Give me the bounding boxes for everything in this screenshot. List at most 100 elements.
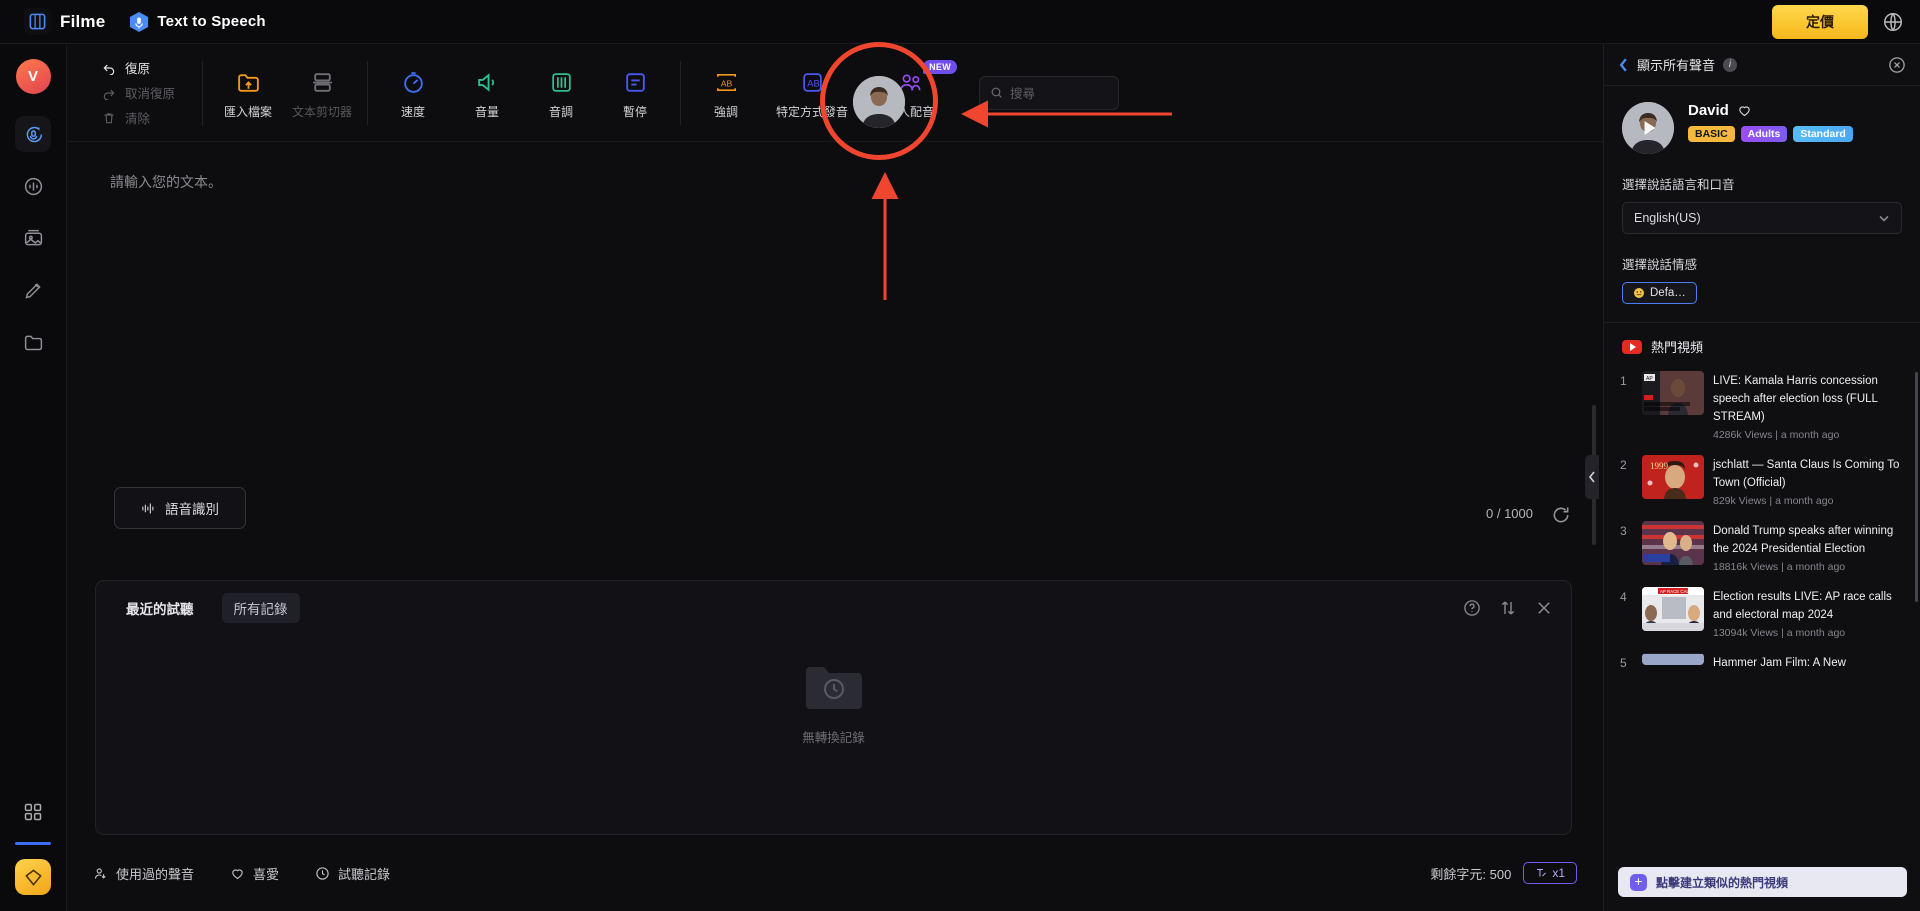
favorites-label: 喜愛 <box>253 866 280 882</box>
cta-label: 點擊建立類似的熱門視頻 <box>1656 875 1789 890</box>
youtube-icon <box>1622 339 1642 354</box>
voice-avatar[interactable] <box>1622 102 1674 154</box>
recent-history-panel: 最近的試聽 所有記錄 無轉換記錄 <box>95 580 1572 835</box>
video-meta: jschlatt — Santa Claus Is Coming To Town… <box>1713 455 1906 507</box>
help-icon[interactable] <box>1463 599 1481 617</box>
module-chip[interactable]: Text to Speech <box>129 11 266 33</box>
sidebar-item-media[interactable] <box>15 220 51 256</box>
new-badge: NEW <box>923 59 957 74</box>
video-title: Donald Trump speaks after winning the 20… <box>1713 525 1894 555</box>
sidebar-item-edit[interactable] <box>15 272 51 308</box>
tab-recent-previews[interactable]: 最近的試聽 <box>114 593 206 623</box>
refresh-icon[interactable] <box>1551 505 1571 525</box>
folder-icon <box>24 335 42 350</box>
undo-button[interactable]: 復原 <box>102 58 194 77</box>
svg-text:AP: AP <box>1646 376 1653 382</box>
trending-title: 熱門視頻 <box>1651 340 1704 355</box>
sidebar-item-voice-clone[interactable] <box>15 168 51 204</box>
text-splitter-icon <box>310 70 335 96</box>
tab-all-records[interactable]: 所有記錄 <box>221 593 300 623</box>
history-button[interactable]: 試聽記錄 <box>315 864 390 883</box>
voice-name-row: David <box>1688 102 1853 119</box>
video-thumbnail <box>1642 653 1704 665</box>
editor-toolbar: 復原 取消復原 清除 匯入檔案 文本剪切器 速度 音量 音調 暫停 AB 強調 … <box>67 44 1603 142</box>
status-badge-age: Adults <box>1740 126 1788 142</box>
filme-logo-icon[interactable] <box>24 8 51 35</box>
panel-title[interactable]: 顯示所有聲音 <box>1637 55 1715 74</box>
pause-insert-icon <box>623 70 648 96</box>
close-circle-icon[interactable] <box>1888 56 1906 74</box>
trending-video-list[interactable]: 1 AP LIVE: Kamala Harris concession spee… <box>1604 364 1920 692</box>
clear-button[interactable]: 清除 <box>102 108 194 127</box>
tool-label: 文本剪切器 <box>291 104 352 119</box>
status-badge-plan: BASIC <box>1688 126 1735 142</box>
used-voice-icon <box>94 867 106 879</box>
video-meta: Hammer Jam Film: A New <box>1713 653 1906 671</box>
tool-label: 特定方式發音 <box>775 104 848 119</box>
recent-header: 最近的試聽 所有記錄 <box>96 581 1571 635</box>
rail-bottom <box>15 794 51 911</box>
tool-label: 音調 <box>548 104 573 119</box>
multiplier-chip[interactable]: x1 <box>1523 862 1577 884</box>
brand-name: Filme <box>60 11 106 31</box>
tool-pitch[interactable]: 音調 <box>524 66 598 120</box>
plus-icon: + <box>1630 873 1647 891</box>
video-stats: 18816k Views | a month ago <box>1713 561 1846 573</box>
list-item[interactable]: 1 AP LIVE: Kamala Harris concession spee… <box>1620 364 1906 448</box>
video-title: LIVE: Kamala Harris concession speech af… <box>1713 375 1878 423</box>
sidebar-item-tts[interactable] <box>15 116 51 152</box>
video-list-scrollbar[interactable] <box>1915 372 1918 602</box>
module-title: Text to Speech <box>157 13 266 30</box>
grid-apps-icon[interactable] <box>15 794 51 830</box>
sort-icon[interactable] <box>1499 599 1517 617</box>
empty-folder-icon <box>805 667 862 709</box>
multiplier-label: x1 <box>1552 866 1565 880</box>
list-item[interactable]: 3 Donald Trump speaks after winning the … <box>1620 514 1906 580</box>
video-rank: 4 <box>1620 590 1627 604</box>
pricing-button[interactable]: 定價 <box>1772 4 1868 39</box>
user-avatar[interactable]: V <box>15 59 51 94</box>
favorites-button[interactable]: 喜愛 <box>230 864 279 883</box>
video-title: Election results LIVE: AP race calls and… <box>1713 591 1892 621</box>
list-item[interactable]: 5 Hammer Jam Film: A New <box>1620 646 1906 678</box>
used-voices-button[interactable]: 使用過的聲音 <box>93 864 194 883</box>
tool-text-splitter[interactable]: 文本剪切器 <box>285 66 359 120</box>
clear-label: 清除 <box>125 112 151 126</box>
tool-import-file[interactable]: 匯入檔案 <box>211 66 285 120</box>
globe-icon[interactable] <box>1882 11 1904 33</box>
collapse-panel-button[interactable] <box>1585 455 1599 499</box>
clock-icon <box>316 866 329 880</box>
sidebar-item-projects[interactable] <box>15 324 51 360</box>
tool-volume[interactable]: 音量 <box>450 66 524 120</box>
emotion-chip[interactable]: Defa… <box>1622 282 1697 304</box>
language-select[interactable]: English(US) <box>1622 202 1902 234</box>
speech-recognition-button[interactable]: 語音識別 <box>114 487 246 529</box>
create-similar-video-button[interactable]: + 點擊建立類似的熱門視頻 <box>1618 867 1907 897</box>
smiley-icon <box>1634 288 1644 298</box>
heart-outline-icon[interactable] <box>1737 103 1752 118</box>
speech-recognition-label: 語音識別 <box>165 502 219 517</box>
diamond-upgrade-icon[interactable] <box>15 859 51 895</box>
redo-button[interactable]: 取消復原 <box>102 83 194 102</box>
rail-divider <box>15 842 51 845</box>
search-input[interactable]: 搜尋 <box>979 75 1119 110</box>
close-icon[interactable] <box>1535 599 1553 617</box>
text-editor-area[interactable]: 請輸入您的文本。 語音識別 0 / 1000 <box>67 142 1603 561</box>
tool-pause[interactable]: 暫停 <box>598 66 672 120</box>
tool-speed[interactable]: 速度 <box>376 66 450 120</box>
pen-icon <box>24 282 41 299</box>
tool-emphasis[interactable]: AB 強調 <box>689 66 763 120</box>
video-stats: 13094k Views | a month ago <box>1713 627 1846 639</box>
footer-bar: 使用過的聲音 喜愛 試聽記錄 剩餘字元: 500 x1 <box>67 835 1603 911</box>
info-icon[interactable]: i <box>1723 57 1738 72</box>
highlighted-voice-avatar[interactable] <box>853 76 905 128</box>
tool-pronunciation[interactable]: AB 特定方式發音 <box>763 66 861 120</box>
list-item[interactable]: 2 1999 jschlatt — Santa Claus Is Coming … <box>1620 448 1906 514</box>
toolbar-divider <box>202 60 203 125</box>
footer-right: 剩餘字元: 500 x1 <box>1430 862 1577 884</box>
svg-text:AB: AB <box>807 79 820 89</box>
list-item[interactable]: 4 AP RACE CALLS Election results LIVE: A… <box>1620 580 1906 646</box>
status-badge-quality: Standard <box>1793 126 1853 142</box>
speed-icon <box>401 70 426 96</box>
back-chevron-icon[interactable] <box>1618 57 1629 72</box>
